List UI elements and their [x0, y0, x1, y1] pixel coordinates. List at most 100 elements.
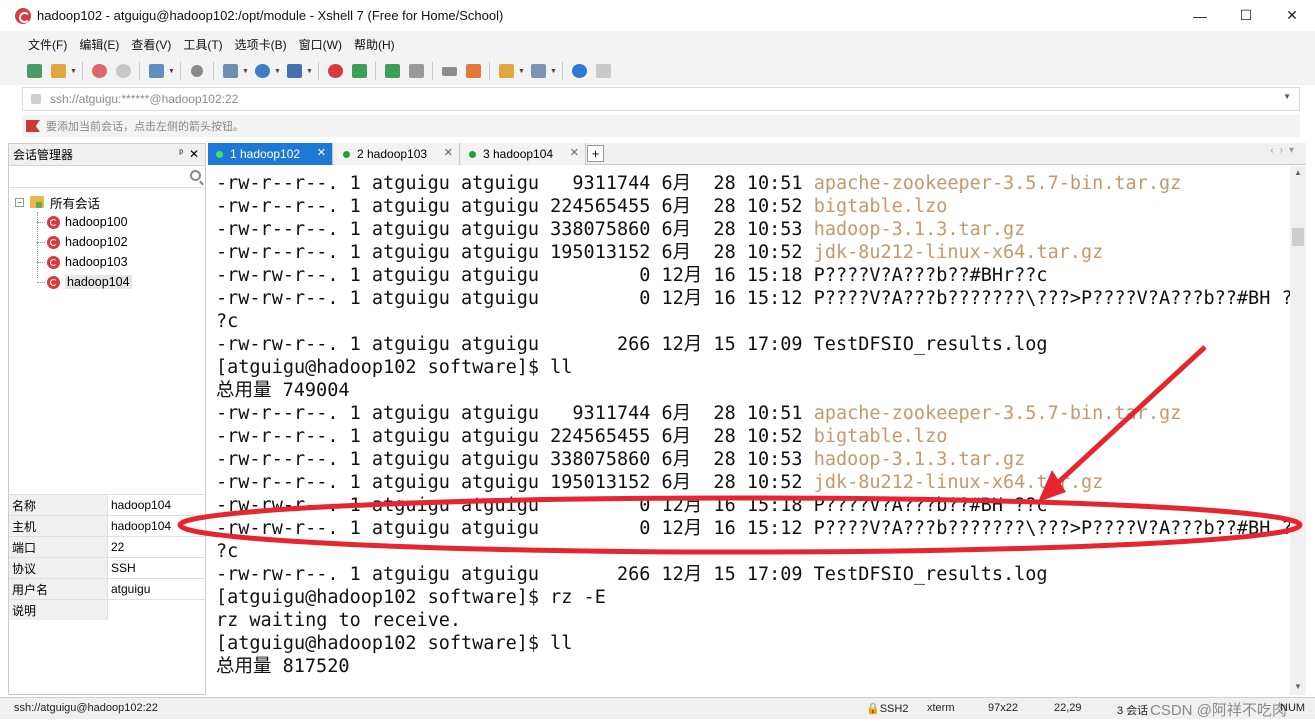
chevron-down-icon[interactable]: ▼: [168, 68, 176, 75]
globe-icon: [254, 64, 270, 78]
xshell-logo-icon: [15, 7, 31, 24]
session-icon: [47, 215, 60, 229]
tile-button[interactable]: [526, 60, 550, 82]
close-icon[interactable]: ✕: [317, 146, 326, 159]
tab-hadoop103[interactable]: 2 hadoop103 ✕: [335, 143, 460, 165]
bookmark-arrow-icon[interactable]: [26, 120, 40, 132]
tab-hadoop104[interactable]: 3 hadoop104 ✕: [461, 143, 586, 165]
chevron-down-icon[interactable]: ▼: [70, 68, 78, 75]
address-value[interactable]: ssh://atguigu:******@hadoop102:22: [50, 92, 238, 106]
terminal-filename: bigtable.lzo: [813, 426, 948, 447]
terminal-line: [atguigu@hadoop102 software]$ rz -E: [216, 586, 606, 609]
reconnect-button[interactable]: [87, 60, 111, 82]
scroll-thumb[interactable]: [1292, 228, 1304, 246]
chevron-down-icon[interactable]: ▼: [518, 68, 526, 75]
chevron-down-icon[interactable]: ▼: [306, 68, 314, 75]
comment-button[interactable]: [591, 60, 615, 82]
terminal-filename: jdk-8u212-linux-x64.tar.gz: [813, 242, 1104, 263]
terminal-filename: bigtable.lzo: [813, 196, 948, 217]
minimize-button[interactable]: —: [1177, 0, 1223, 31]
close-icon[interactable]: ✕: [444, 146, 453, 159]
session-item-hadoop102[interactable]: hadoop102: [9, 232, 205, 252]
layout-button[interactable]: [218, 60, 242, 82]
xshell-icon: [327, 64, 343, 78]
scroll-down-icon[interactable]: ▼: [1294, 682, 1302, 691]
session-item-hadoop100[interactable]: hadoop100: [9, 212, 205, 232]
menu-tools[interactable]: 工具(T): [177, 36, 228, 53]
fullscreen-icon: [384, 64, 400, 78]
session-tree: − 所有会话 hadoop100 hadoop102 hadoop103 had…: [9, 188, 205, 488]
terminal-line: -rw-r--r--. 1 atguigu atguigu 195013152 …: [216, 471, 1103, 494]
terminal-line-text: 总用量 817520: [216, 656, 350, 677]
xshell-button[interactable]: [323, 60, 347, 82]
disconnect-button[interactable]: [111, 60, 135, 82]
toolbar-divider: [318, 62, 319, 80]
find-button[interactable]: [185, 60, 209, 82]
chevron-down-icon[interactable]: ▼: [1283, 92, 1291, 101]
keyboard-button[interactable]: [437, 60, 461, 82]
menu-window[interactable]: 窗口(W): [293, 36, 348, 53]
chevron-down-icon[interactable]: ▼: [274, 68, 282, 75]
collapse-icon[interactable]: −: [15, 197, 24, 207]
terminal-filename: hadoop-3.1.3.tar.gz: [813, 219, 1026, 240]
terminal-line: -rw-r--r--. 1 atguigu atguigu 9311744 6月…: [216, 172, 1181, 195]
terminal-scrollbar[interactable]: ▲ ▼: [1290, 166, 1306, 695]
font-button[interactable]: [282, 60, 306, 82]
xftp-button[interactable]: [347, 60, 371, 82]
menu-file[interactable]: 文件(F): [22, 36, 73, 53]
status-numlock: NUM: [1280, 702, 1306, 714]
status-protocol: 🔒SSH2: [866, 703, 909, 715]
property-key: 说明: [9, 600, 108, 620]
disconnect-icon: [115, 64, 131, 78]
terminal-line-text: -rw-r--r--. 1 atguigu atguigu 195013152 …: [216, 472, 814, 493]
terminal-output[interactable]: -rw-r--r--. 1 atguigu atguigu 9311744 6月…: [208, 166, 1290, 695]
reconnect-icon: [91, 64, 107, 78]
transfer-button[interactable]: [494, 60, 518, 82]
menu-view[interactable]: 查看(V): [125, 36, 177, 53]
fullscreen-button[interactable]: [380, 60, 404, 82]
add-tab-button[interactable]: +: [587, 145, 604, 162]
menu-edit[interactable]: 编辑(E): [73, 36, 125, 53]
chevron-down-icon[interactable]: ▼: [242, 68, 250, 75]
terminal-filename: apache-zookeeper-3.5.7-bin.tar.gz: [813, 403, 1182, 424]
terminal-line-text: -rw-r--r--. 1 atguigu atguigu 195013152 …: [216, 242, 814, 263]
highlight-button[interactable]: [461, 60, 485, 82]
lock-button[interactable]: [404, 60, 428, 82]
tab-scroll-arrows-icon[interactable]: ‹›▾: [1270, 145, 1300, 156]
session-item-hadoop103[interactable]: hadoop103: [9, 252, 205, 272]
session-item-hadoop104[interactable]: hadoop104: [9, 272, 205, 292]
tree-root-all-sessions[interactable]: − 所有会话: [9, 192, 205, 212]
search-icon[interactable]: [190, 170, 201, 181]
session-search-input[interactable]: [9, 166, 205, 188]
terminal-line: -rw-r--r--. 1 atguigu atguigu 224565455 …: [216, 195, 947, 218]
terminal-line-text: [atguigu@hadoop102 software]$ ll: [216, 633, 573, 654]
properties-button[interactable]: [144, 60, 168, 82]
help-button[interactable]: [567, 60, 591, 82]
property-key: 主机: [9, 516, 108, 536]
close-button[interactable]: ✕: [1269, 0, 1315, 31]
property-row: 说明: [9, 599, 205, 620]
keyboard-icon: [441, 66, 457, 76]
maximize-button[interactable]: ☐: [1223, 0, 1269, 31]
close-icon[interactable]: ✕: [189, 147, 199, 161]
new-session-button[interactable]: [22, 60, 46, 82]
toolbar-divider: [489, 62, 490, 80]
property-key: 名称: [9, 495, 108, 515]
terminal-line-text: -rw-r--r--. 1 atguigu atguigu 9311744 6月…: [216, 173, 814, 194]
open-session-button[interactable]: [46, 60, 70, 82]
tab-hadoop102[interactable]: 1 hadoop102 ✕: [208, 143, 333, 165]
terminal-line: -rw-rw-r--. 1 atguigu atguigu 266 12月 15…: [216, 563, 1048, 586]
terminal-line: 总用量 817520: [216, 655, 349, 678]
pin-icon[interactable]: ᵖ: [179, 148, 183, 159]
scroll-up-icon[interactable]: ▲: [1294, 168, 1302, 177]
close-icon[interactable]: ✕: [570, 146, 579, 159]
chevron-down-icon[interactable]: ▼: [550, 68, 558, 75]
address-bar[interactable]: ssh://atguigu:******@hadoop102:22 ▼: [22, 87, 1300, 111]
session-item-label: hadoop103: [65, 255, 128, 269]
terminal-line: rz waiting to receive.: [216, 609, 461, 632]
menu-tab[interactable]: 选项卡(B): [229, 36, 293, 53]
menu-help[interactable]: 帮助(H): [348, 36, 401, 53]
property-value: hadoop104: [111, 519, 172, 533]
globe-button[interactable]: [250, 60, 274, 82]
tile-icon: [530, 64, 546, 78]
